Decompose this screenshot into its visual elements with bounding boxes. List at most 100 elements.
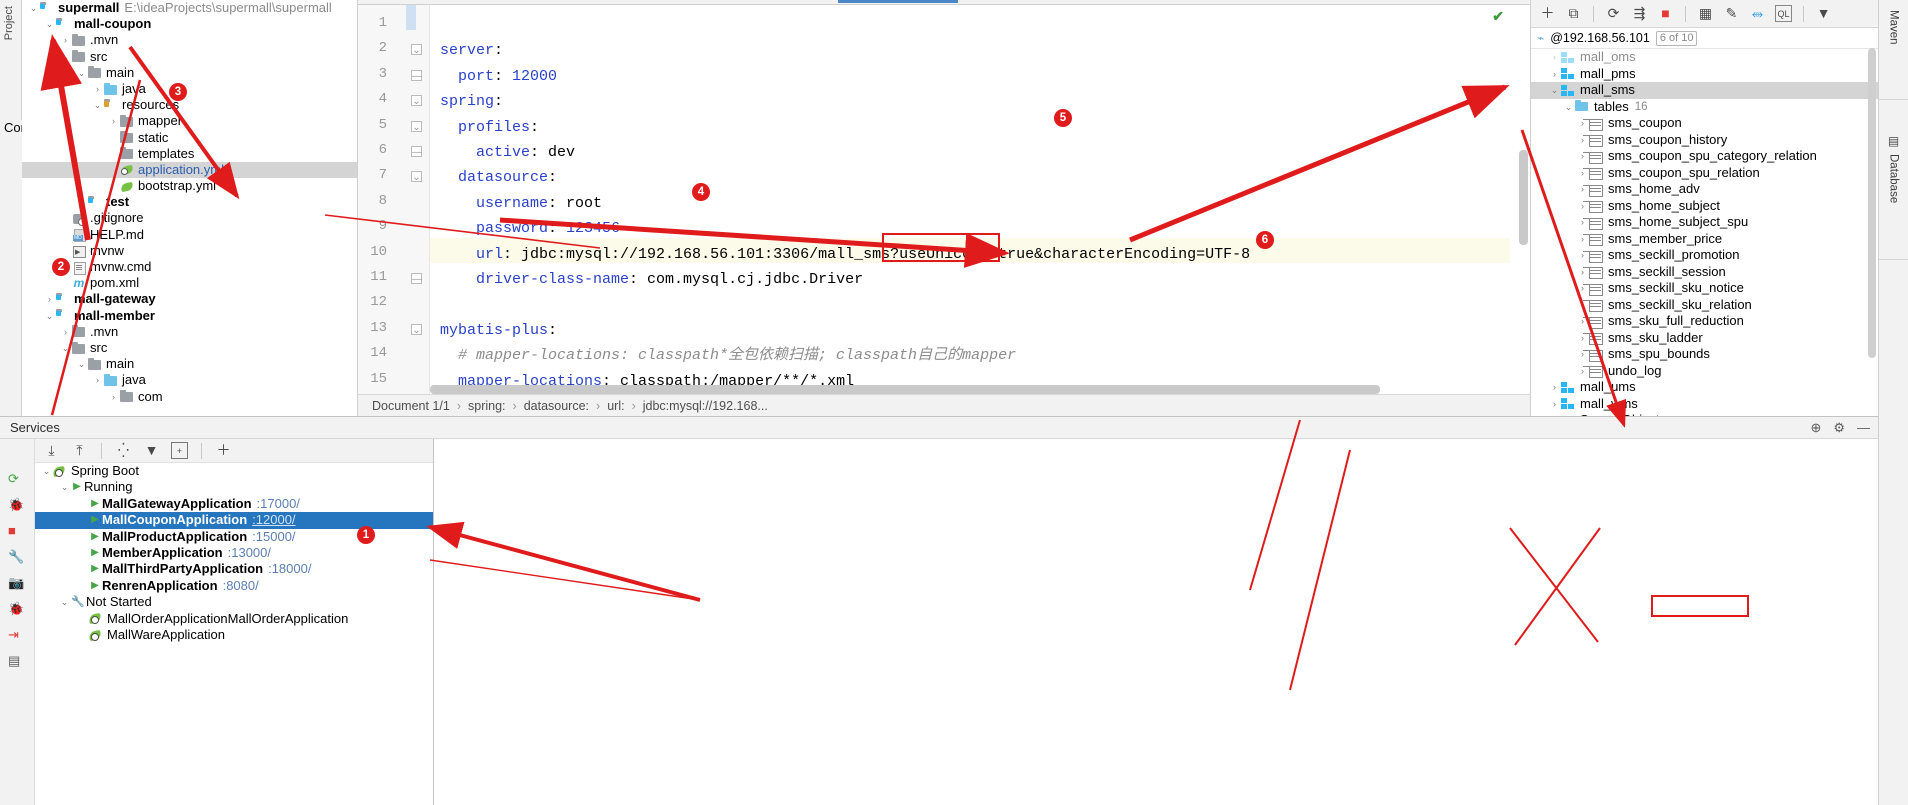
project-tree-row[interactable]: mvnw.cmd [22,259,357,275]
chevron-right-icon[interactable]: › [1577,330,1588,347]
code-line[interactable]: url: jdbc:mysql://192.168.56.101:3306/ma… [440,242,1250,267]
database-tree-row[interactable]: › sms_home_adv [1531,181,1878,198]
breadcrumb-item[interactable]: spring: [468,399,506,413]
fold-region-icon[interactable]: ⌄ [411,171,422,183]
code-line[interactable]: # mapper-locations: classpath*全包依赖扫描; cl… [440,343,1016,368]
database-tree-row[interactable]: › undo_log [1531,363,1878,380]
code-line[interactable]: username: root [440,191,602,216]
chevron-right-icon[interactable]: › [1549,396,1560,413]
editor-code-area[interactable]: server: port: 12000 spring: profiles: act… [430,5,1510,395]
services-panel[interactable]: Services ⊕ ⚙ — ⟳ 🐞 ■ 🔧 📷 🐞 ⇥ ▤ ⤓ ⤒ ⁛ ▼ +… [0,416,1878,805]
run-actions-sidebar[interactable]: ⟳ 🐞 ■ 🔧 📷 🐞 ⇥ ▤ [0,439,35,805]
editor-breadcrumb[interactable]: Document 1/1 › spring: › datasource: › url: › jd… [358,394,1530,416]
editor-vertical-scrollbar[interactable] [1519,150,1528,245]
project-tree-row[interactable]: m pom.xml [22,275,357,291]
minimize-icon[interactable]: — [1857,420,1870,436]
chevron-down-icon[interactable]: ⌄ [44,16,55,32]
database-panel[interactable]: ＋ ⧉ ⟳ ⇶ ■ ▦ ✎ ⥈ QL ▼ ⌁ @192.168.56.101 6… [1530,0,1878,416]
run-play-icon[interactable]: ▶ [88,512,102,528]
chevron-right-icon[interactable]: › [1577,214,1588,231]
services-left-pane[interactable]: ⟳ 🐞 ■ 🔧 📷 🐞 ⇥ ▤ ⤓ ⤒ ⁛ ▼ + ＋ ⌄ Spring Boot… [0,439,434,805]
database-tree-row[interactable]: › sms_home_subject [1531,198,1878,215]
project-tree-row[interactable]: static [22,130,357,146]
code-line[interactable]: port: 12000 [440,64,557,89]
chevron-right-icon[interactable]: › [92,81,103,97]
collapse-all-icon[interactable]: ⤒ [71,442,88,459]
gear-icon[interactable]: ⚙ [1833,420,1845,436]
project-tree-row[interactable]: › .mvn [22,32,357,48]
chevron-right-icon[interactable]: › [1577,313,1588,330]
services-tree[interactable]: ⌄ Spring Boot ⌄ ▶ Running ▶ MallGatewayApplica… [35,463,433,805]
commit-tool-strip[interactable]: Commit [0,120,49,240]
breadcrumb-item[interactable]: url: [607,399,624,413]
sync-icon[interactable]: ⥈ [1749,5,1766,22]
project-tree-row[interactable]: ⌄ mall-member [22,308,357,324]
group-icon[interactable]: ⁛ [115,442,132,459]
chevron-right-icon[interactable]: › [44,291,55,307]
code-line[interactable]: server: [440,38,503,63]
database-tree-row[interactable]: › sms_coupon_history [1531,132,1878,149]
services-toolbar[interactable]: ⤓ ⤒ ⁛ ▼ + ＋ [35,439,433,463]
edit-icon[interactable]: ✎ [1723,5,1740,22]
project-tree-row[interactable]: › mapper [22,113,357,129]
project-tree-row[interactable]: ⌄ supermall E:\ideaProjects\supermall\supe… [22,0,357,16]
add-icon[interactable]: ＋ [1539,5,1556,22]
connection-label[interactable]: @192.168.56.101 [1550,31,1650,45]
service-tree-row[interactable]: MallWareApplication [35,627,433,643]
project-tree-row[interactable]: HELP.md [22,227,357,243]
database-tree-row[interactable]: › mall_pms [1531,66,1878,83]
database-tree-row[interactable]: › sms_spu_bounds [1531,346,1878,363]
camera-icon[interactable]: 📷 [8,575,26,593]
service-tree-row[interactable]: ⌄ ▶ Running [35,479,433,495]
chevron-right-icon[interactable]: › [1577,115,1588,132]
chevron-right-icon[interactable]: › [1577,231,1588,248]
chevron-down-icon[interactable]: ⌄ [41,463,52,479]
chevron-right-icon[interactable]: › [1549,49,1560,66]
project-tree-row[interactable]: bootstrap.yml [22,178,357,194]
service-tree-row[interactable]: ⌄ 🔧 Not Started [35,594,433,610]
fold-region-icon[interactable]: ⌄ [411,323,422,336]
chevron-right-icon[interactable]: › [1577,280,1588,297]
code-editor[interactable]: ✔ 1 2 ⌄ 3—4 ⌄ 5 ⌄ 6—7 ⌄ 8 9 10 11—12 13 ⌄ 14 15 server: … [358,0,1530,416]
chevron-right-icon[interactable]: › [60,32,71,48]
service-tree-row[interactable]: MallOrderApplicationMallOrderApplication [35,611,433,627]
fold-region-icon[interactable]: ⌄ [411,95,422,107]
chevron-down-icon[interactable]: ⌄ [1563,99,1574,116]
run-play-icon[interactable]: ▶ [88,496,102,512]
chevron-right-icon[interactable]: › [108,389,119,405]
service-port-link[interactable]: :17000/ [257,496,300,512]
chevron-down-icon[interactable]: ⌄ [59,479,70,495]
fold-line-icon[interactable]: — [411,146,422,158]
chevron-right-icon[interactable]: › [1577,165,1588,182]
chevron-right-icon[interactable]: › [1577,198,1588,215]
database-toolbar[interactable]: ＋ ⧉ ⟳ ⇶ ■ ▦ ✎ ⥈ QL ▼ [1531,0,1878,28]
run-play-icon[interactable]: ▶ [70,479,84,495]
breadcrumb-item[interactable]: jdbc:mysql://192.168... [643,399,768,413]
chevron-right-icon[interactable]: › [1577,363,1588,380]
chevron-down-icon[interactable]: ⌄ [60,49,71,65]
project-tree-panel[interactable]: ⌄ supermall E:\ideaProjects\supermall\supe… [22,0,358,416]
project-tree-row[interactable]: › .mvn [22,324,357,340]
database-tree-row[interactable]: › sms_seckill_sku_notice [1531,280,1878,297]
expand-all-icon[interactable]: ⤓ [43,442,60,459]
run-play-icon[interactable]: ▶ [88,545,102,561]
code-line[interactable]: driver-class-name: com.mysql.cj.jdbc.Dri… [440,267,863,292]
database-tree-row[interactable]: › mall_oms [1531,49,1878,66]
editor-horizontal-scrollbar[interactable] [430,385,1380,394]
project-tree-row[interactable]: › com [22,389,357,405]
breadcrumb-item[interactable]: Document 1/1 [372,399,450,413]
project-tree-row[interactable]: › mall-gateway [22,291,357,307]
globe-icon[interactable]: ⊕ [1810,420,1821,436]
add-icon[interactable]: ＋ [215,442,232,459]
run-script-icon[interactable]: ⇶ [1631,5,1648,22]
stop-icon[interactable]: ■ [8,523,26,541]
chevron-right-icon[interactable]: › [1577,148,1588,165]
table-view-icon[interactable]: ▦ [1697,5,1714,22]
chevron-right-icon[interactable]: › [1549,379,1560,396]
project-tree-row[interactable]: › java [22,81,357,97]
editor-gutter[interactable]: 1 2 ⌄ 3—4 ⌄ 5 ⌄ 6—7 ⌄ 8 9 10 11—12 13 ⌄ 14 15 [358,5,430,395]
project-tree-row[interactable]: application.yml [22,161,357,179]
refresh-icon[interactable]: ⟳ [1605,5,1622,22]
chevron-right-icon[interactable]: › [1577,132,1588,149]
database-tool-label[interactable]: Database [1888,154,1900,203]
